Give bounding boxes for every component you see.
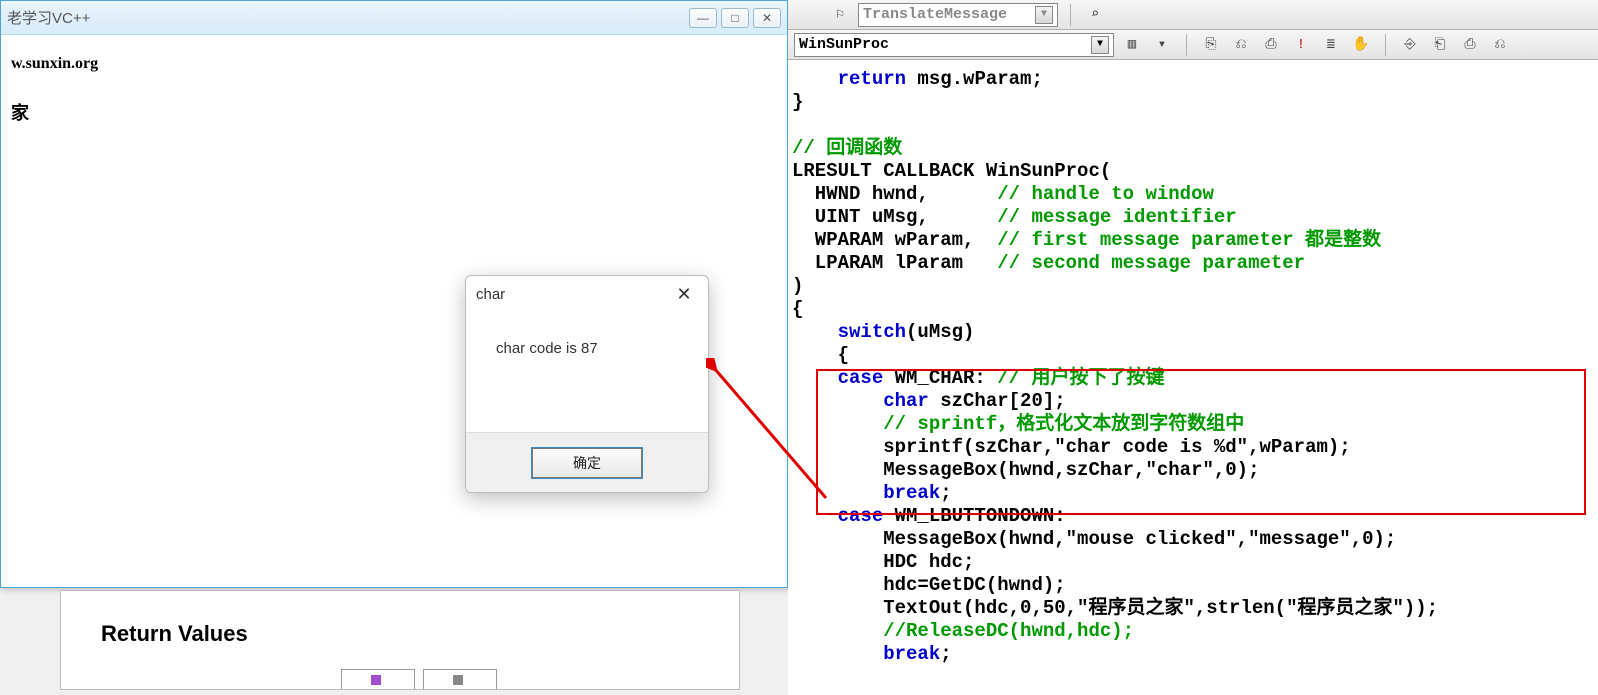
messagebox-body: char code is 87 bbox=[466, 312, 708, 432]
app-titlebar[interactable]: 老学习VC++ — □ ✕ bbox=[1, 1, 787, 35]
messagebox-ok-button[interactable]: 确定 bbox=[532, 448, 642, 478]
help-tab-1[interactable] bbox=[341, 669, 415, 689]
square-icon bbox=[453, 675, 463, 685]
messagebox-message: char code is 87 bbox=[496, 340, 598, 357]
help-tabs bbox=[341, 669, 497, 689]
help-tab-2[interactable] bbox=[423, 669, 497, 689]
maximize-button[interactable]: □ bbox=[721, 8, 749, 28]
function-combo-2[interactable]: WinSunProc ▼ bbox=[794, 33, 1114, 57]
help-heading: Return Values bbox=[101, 621, 699, 647]
combo-value: TranslateMessage bbox=[863, 6, 1007, 23]
toolbar-icon[interactable]: ⎙ bbox=[1458, 34, 1482, 56]
messagebox-footer: 确定 bbox=[466, 432, 708, 492]
app-text-line2: 家 bbox=[11, 99, 777, 125]
exclaim-icon[interactable]: ! bbox=[1289, 34, 1313, 56]
app-client-area: w.sunxin.org 家 bbox=[1, 35, 787, 145]
ide-panel: ⚐ TranslateMessage ▼ ⌕ WinSunProc ▼ ▥ ▾ … bbox=[788, 0, 1598, 695]
toolbar-row-1: ⚐ TranslateMessage ▼ ⌕ bbox=[788, 0, 1598, 30]
messagebox-titlebar[interactable]: char ✕ bbox=[466, 276, 708, 312]
toolbar-icon[interactable]: ≣ bbox=[1319, 34, 1343, 56]
help-pane: Return Values bbox=[60, 590, 740, 690]
toolbar-icon[interactable]: ⎆ bbox=[1398, 34, 1422, 56]
square-icon bbox=[371, 675, 381, 685]
chevron-down-icon[interactable]: ▼ bbox=[1091, 36, 1109, 54]
hand-icon[interactable]: ✋ bbox=[1349, 34, 1373, 56]
messagebox-title-text: char bbox=[476, 286, 670, 303]
close-button[interactable]: ✕ bbox=[753, 8, 781, 28]
toolbar-icon[interactable]: ⎘ bbox=[1199, 34, 1223, 56]
app-text-url: w.sunxin.org bbox=[11, 55, 777, 73]
combo-value: WinSunProc bbox=[799, 36, 889, 53]
toolbar-icon[interactable]: ⎌ bbox=[1229, 34, 1253, 56]
separator bbox=[1070, 4, 1071, 26]
minimize-button[interactable]: — bbox=[689, 8, 717, 28]
toolbar-row-2: WinSunProc ▼ ▥ ▾ ⎘ ⎌ ⎙ ! ≣ ✋ ⎆ ⎗ ⎙ ⎌ bbox=[788, 30, 1598, 60]
chevron-down-icon[interactable]: ▼ bbox=[1035, 6, 1053, 24]
app-title: 老学习VC++ bbox=[7, 7, 689, 28]
toolbar-icon[interactable]: ⎙ bbox=[1259, 34, 1283, 56]
search-icon[interactable]: ⌕ bbox=[1083, 4, 1107, 26]
separator bbox=[1385, 34, 1386, 56]
window-controls: — □ ✕ bbox=[689, 8, 781, 28]
toolbar-icon[interactable]: ▥ bbox=[1120, 34, 1144, 56]
messagebox-close-button[interactable]: ✕ bbox=[670, 280, 698, 308]
function-combo-1[interactable]: TranslateMessage ▼ bbox=[858, 3, 1058, 27]
bookmark-icon[interactable]: ⚐ bbox=[828, 4, 852, 26]
toolbar-icon[interactable]: ⎌ bbox=[1488, 34, 1512, 56]
separator bbox=[1186, 34, 1187, 56]
toolbar-icon[interactable]: ⎗ bbox=[1428, 34, 1452, 56]
code-editor[interactable]: return msg.wParam; } // 回调函数 LRESULT CAL… bbox=[788, 60, 1598, 695]
chevron-down-icon[interactable]: ▾ bbox=[1150, 34, 1174, 56]
messagebox-dialog: char ✕ char code is 87 确定 bbox=[465, 275, 709, 493]
